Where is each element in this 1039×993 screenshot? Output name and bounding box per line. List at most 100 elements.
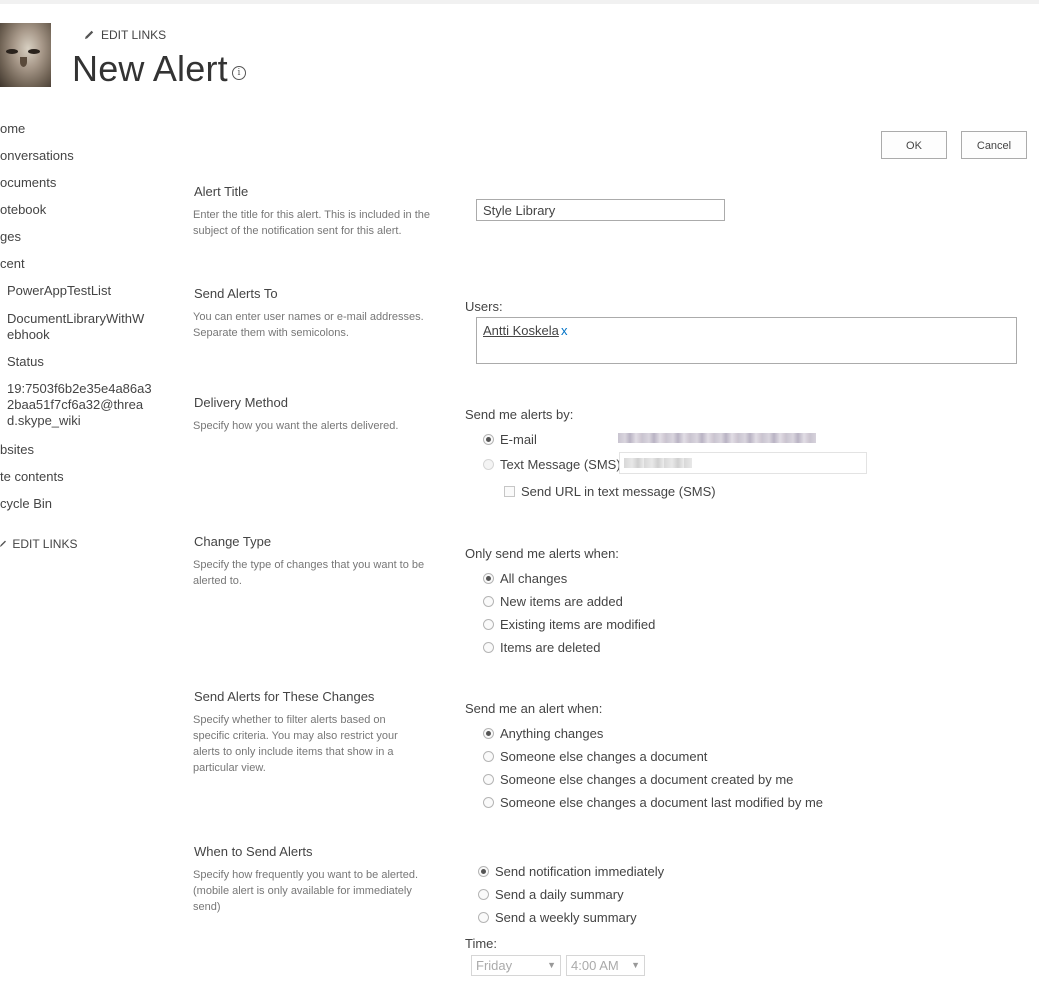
logo-eye <box>28 49 40 54</box>
time-label: Time: <box>465 936 498 951</box>
alert-title-input[interactable] <box>476 199 725 221</box>
users-picker[interactable]: Antti Koskela x <box>476 317 1017 364</box>
frequency-option[interactable]: Send notification immediately <box>478 864 664 879</box>
change-type-prompt: Only send me alerts when: <box>465 546 619 561</box>
cancel-button[interactable]: Cancel <box>961 131 1027 159</box>
change-type-option[interactable]: New items are added <box>483 594 623 609</box>
option-label: Someone else changes a document <box>500 749 708 764</box>
users-label: Users: <box>465 299 503 314</box>
nav-item-recycle-bin[interactable]: cycle Bin <box>0 496 52 511</box>
when-description: Specify how frequently you want to be al… <box>193 869 419 913</box>
radio-button[interactable] <box>478 889 489 900</box>
filter-description: Specify whether to filter alerts based o… <box>193 714 398 774</box>
nav-item-documents[interactable]: ocuments <box>0 175 56 190</box>
filter-option[interactable]: Someone else changes a document <box>483 749 707 764</box>
filter-option[interactable]: Someone else changes a document created … <box>483 772 793 787</box>
chevron-down-icon: ▼ <box>631 960 640 970</box>
remove-user-icon[interactable]: x <box>561 323 568 338</box>
send-to-description: You can enter user names or e-mail addre… <box>193 311 424 339</box>
nav-item-subsites[interactable]: bsites <box>0 442 34 457</box>
delivery-prompt: Send me alerts by: <box>465 407 574 422</box>
option-label: New items are added <box>500 594 623 609</box>
radio-button[interactable] <box>483 797 494 808</box>
option-label: All changes <box>500 571 568 586</box>
select-value: 4:00 AM <box>571 958 619 973</box>
change-type-option[interactable]: Existing items are modified <box>483 617 655 632</box>
info-icon[interactable]: i <box>232 66 246 80</box>
select-value: Friday <box>476 958 513 973</box>
option-label: Send notification immediately <box>495 864 665 879</box>
radio-button[interactable] <box>478 866 489 877</box>
frequency-option[interactable]: Send a daily summary <box>478 887 624 902</box>
nav-item-conversations[interactable]: onversations <box>0 148 74 163</box>
radio-button[interactable] <box>483 459 494 470</box>
logo-beak <box>20 57 27 67</box>
page-title: New Alert <box>72 48 228 89</box>
checkbox[interactable] <box>504 486 515 497</box>
pencil-icon <box>0 540 6 547</box>
chevron-down-icon: ▼ <box>547 960 556 970</box>
change-type-option[interactable]: Items are deleted <box>483 640 600 655</box>
phone-number-redacted <box>624 458 692 468</box>
option-label: E-mail <box>500 432 537 447</box>
site-logo[interactable] <box>0 23 51 87</box>
option-label: Send URL in text message (SMS) <box>521 484 716 499</box>
logo-eye <box>6 49 18 54</box>
nav-item-home[interactable]: ome <box>0 121 25 136</box>
nav-recent-status[interactable]: Status <box>7 354 44 370</box>
option-label: Send a weekly summary <box>495 910 637 925</box>
radio-button[interactable] <box>483 774 494 785</box>
option-label: Send a daily summary <box>495 887 624 902</box>
change-type-option[interactable]: All changes <box>483 571 567 586</box>
pencil-icon <box>85 30 94 39</box>
filter-option[interactable]: Anything changes <box>483 726 603 741</box>
nav-item-site-contents[interactable]: te contents <box>0 469 64 484</box>
radio-button[interactable] <box>483 596 494 607</box>
option-label: Items are deleted <box>500 640 601 655</box>
filter-heading: Send Alerts for These Changes <box>194 689 375 704</box>
day-select[interactable]: Friday ▼ <box>471 955 561 976</box>
radio-button[interactable] <box>483 728 494 739</box>
nav-item-pages[interactable]: ges <box>0 229 21 244</box>
delivery-description: Specify how you want the alerts delivere… <box>193 420 399 432</box>
time-select[interactable]: 4:00 AM ▼ <box>566 955 645 976</box>
nav-item-notebook[interactable]: otebook <box>0 202 46 217</box>
top-bar <box>0 0 1039 4</box>
radio-button[interactable] <box>483 642 494 653</box>
radio-button[interactable] <box>483 573 494 584</box>
option-label: Existing items are modified <box>500 617 656 632</box>
nav-recent-powerapptestlist[interactable]: PowerAppTestList <box>7 283 111 299</box>
radio-button[interactable] <box>483 434 494 445</box>
edit-links-top[interactable]: EDIT LINKS <box>83 28 166 42</box>
alert-title-description: Enter the title for this alert. This is … <box>193 209 431 237</box>
radio-button[interactable] <box>478 912 489 923</box>
delivery-email-option[interactable]: E-mail <box>483 432 537 447</box>
option-label: Someone else changes a document last mod… <box>500 795 824 810</box>
sms-url-option[interactable]: Send URL in text message (SMS) <box>504 484 716 499</box>
filter-option[interactable]: Someone else changes a document last mod… <box>483 795 823 810</box>
email-address-redacted <box>618 433 816 443</box>
user-token[interactable]: Antti Koskela <box>483 323 559 338</box>
delivery-heading: Delivery Method <box>194 395 288 410</box>
nav-item-recent[interactable]: cent <box>0 256 25 271</box>
nav-recent-skype-wiki[interactable]: 19:7503f6b2e35e4a86a3 2baa51f7cf6a32@thr… <box>7 381 152 429</box>
sms-number-input[interactable] <box>619 452 867 474</box>
nav-recent-documentlibrarywithwebhook[interactable]: DocumentLibraryWithW ebhook <box>7 311 144 343</box>
frequency-option[interactable]: Send a weekly summary <box>478 910 637 925</box>
edit-links-nav[interactable]: EDIT LINKS <box>0 537 77 551</box>
change-type-heading: Change Type <box>194 534 272 549</box>
send-to-heading: Send Alerts To <box>194 286 278 301</box>
filter-prompt: Send me an alert when: <box>465 701 603 716</box>
radio-button[interactable] <box>483 619 494 630</box>
edit-links-label: EDIT LINKS <box>12 537 78 551</box>
radio-button[interactable] <box>483 751 494 762</box>
change-type-description: Specify the type of changes that you wan… <box>193 559 425 587</box>
delivery-sms-option[interactable]: Text Message (SMS) <box>483 457 621 472</box>
option-label: Someone else changes a document created … <box>500 772 794 787</box>
option-label: Anything changes <box>500 726 604 741</box>
edit-links-label: EDIT LINKS <box>101 28 167 42</box>
when-heading: When to Send Alerts <box>194 844 313 859</box>
option-label: Text Message (SMS) <box>500 457 621 472</box>
ok-button[interactable]: OK <box>881 131 947 159</box>
alert-title-heading: Alert Title <box>194 184 249 199</box>
